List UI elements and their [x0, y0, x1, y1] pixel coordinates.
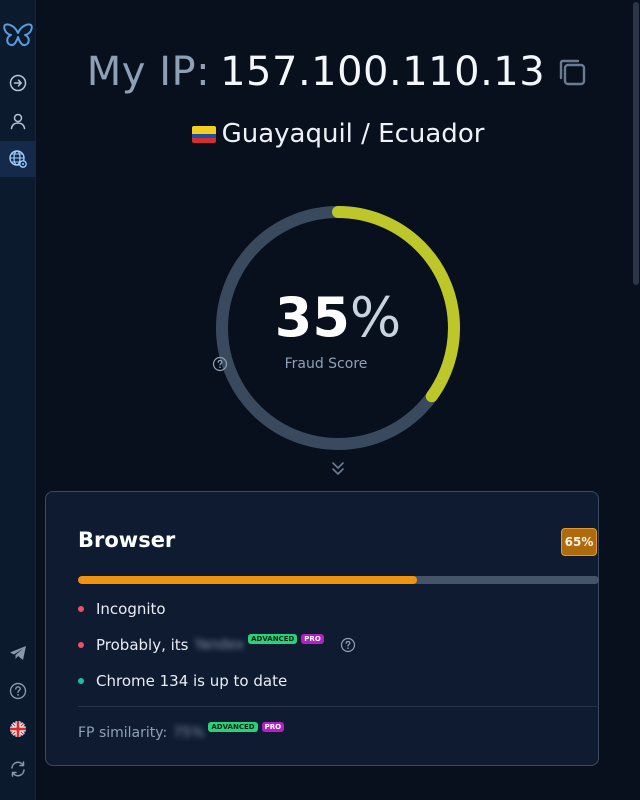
- fraud-score-label: Fraud Score: [212, 356, 464, 372]
- scrollbar[interactable]: [632, 0, 640, 800]
- pro-tag: PRO: [261, 722, 285, 732]
- scroll-down-chevrons-icon[interactable]: [330, 460, 346, 478]
- location-text: Guayaquil / Ecuador: [221, 119, 485, 149]
- list-item-browser-guess: Probably, its Yandex ADVANCED PRO: [78, 634, 356, 655]
- list-item-incognito: Incognito: [78, 599, 166, 619]
- scrollbar-thumb[interactable]: [633, 2, 639, 285]
- user-icon: [10, 113, 26, 130]
- divider: [78, 706, 599, 707]
- status-dot-green: [78, 678, 84, 684]
- sidebar-item-ip-check[interactable]: [0, 141, 36, 177]
- uk-flag-icon: [10, 721, 26, 737]
- fraud-score-unit: %: [349, 286, 402, 349]
- telegram-button[interactable]: [0, 635, 36, 671]
- blurred-value: Yandex: [194, 637, 245, 653]
- refresh-icon: [11, 761, 25, 777]
- browser-progress-fill: [78, 576, 417, 584]
- browser-card-title: Browser: [78, 528, 176, 552]
- globe-settings-icon: [9, 150, 27, 168]
- fraud-score-value: 35%: [212, 286, 464, 350]
- browser-card: Browser 65% Incognito Probably, its Yand…: [45, 491, 599, 766]
- copy-ip-button[interactable]: [555, 55, 589, 89]
- ecuador-flag-icon: [191, 125, 216, 143]
- list-item-browser-version: Chrome 134 is up to date: [78, 671, 287, 691]
- sidebar: [0, 0, 36, 800]
- language-button[interactable]: [0, 711, 36, 747]
- telegram-icon: [10, 646, 26, 660]
- ip-header: My IP: 157.100.110.13: [36, 46, 640, 98]
- help-icon[interactable]: [340, 637, 356, 653]
- item-text: Incognito: [96, 600, 166, 618]
- sidebar-item-profile[interactable]: [0, 103, 36, 139]
- blurred-value: 75%: [173, 725, 205, 741]
- fp-similarity-row: FP similarity: 75% ADVANCED PRO: [78, 722, 285, 744]
- copy-icon: [559, 59, 586, 86]
- main-panel: My IP: 157.100.110.13 Guayaquil / Ecuado…: [36, 0, 640, 800]
- arrow-right-circle-icon: [9, 74, 27, 92]
- ip-address[interactable]: 157.100.110.13: [220, 46, 545, 98]
- pro-tag: PRO: [301, 634, 324, 644]
- location: Guayaquil / Ecuador: [36, 116, 640, 152]
- ip-label: My IP:: [86, 49, 211, 95]
- butterfly-logo-icon: [3, 23, 33, 47]
- status-dot-red: [78, 606, 84, 612]
- fraud-score-gauge: 35% Fraud Score: [212, 202, 464, 454]
- item-text: Chrome 134 is up to date: [96, 672, 288, 690]
- help-icon[interactable]: [212, 356, 391, 372]
- sidebar-item-proxy[interactable]: [0, 65, 36, 101]
- refresh-button[interactable]: [0, 751, 36, 787]
- help-button[interactable]: [0, 673, 36, 709]
- advanced-tag: ADVANCED: [208, 722, 258, 732]
- item-text: Probably, its: [96, 636, 189, 654]
- logo-button[interactable]: [0, 17, 36, 53]
- fraud-score-number: 35: [274, 286, 350, 349]
- advanced-tag: ADVANCED: [248, 634, 298, 644]
- browser-score-badge: 65%: [561, 528, 597, 556]
- fp-similarity-label: FP similarity:: [78, 725, 168, 741]
- help-circle-icon: [9, 682, 27, 700]
- status-dot-red: [78, 642, 84, 648]
- browser-progress-bar: [78, 576, 599, 584]
- fraud-score-label-text: Fraud Score: [284, 356, 368, 372]
